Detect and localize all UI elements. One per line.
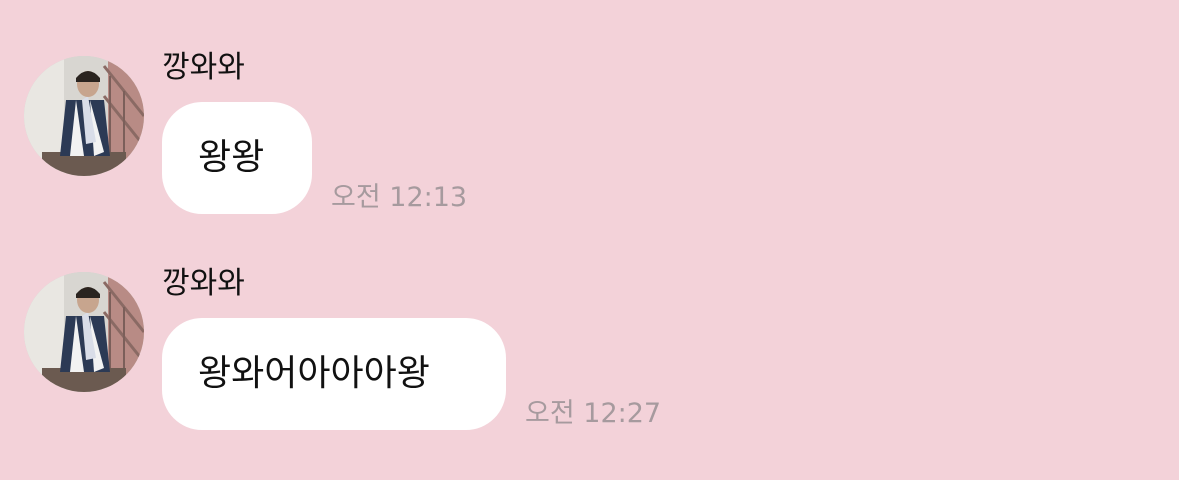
sender-name: 깡와와 bbox=[162, 266, 245, 301]
profile-photo-icon bbox=[24, 56, 144, 176]
sender-name: 깡와와 bbox=[162, 50, 245, 85]
message-group: 깡와와 왕와어아아아왕 오전 12:27 bbox=[0, 216, 1179, 432]
avatar[interactable] bbox=[24, 56, 144, 176]
message-bubble[interactable]: 왕와어아아아왕 bbox=[162, 318, 506, 430]
profile-photo-icon bbox=[24, 272, 144, 392]
message-bubble[interactable]: 왕왕 bbox=[162, 102, 312, 214]
message-time: 오전 12:13 bbox=[331, 182, 468, 213]
message-time: 오전 12:27 bbox=[525, 398, 662, 429]
avatar[interactable] bbox=[24, 272, 144, 392]
message-group: 깡와와 왕왕 오전 12:13 bbox=[0, 0, 1179, 216]
chat-view: 깡와와 왕왕 오전 12:13 깡와와 왕와어아아아왕 오전 12:27 bbox=[0, 0, 1179, 480]
